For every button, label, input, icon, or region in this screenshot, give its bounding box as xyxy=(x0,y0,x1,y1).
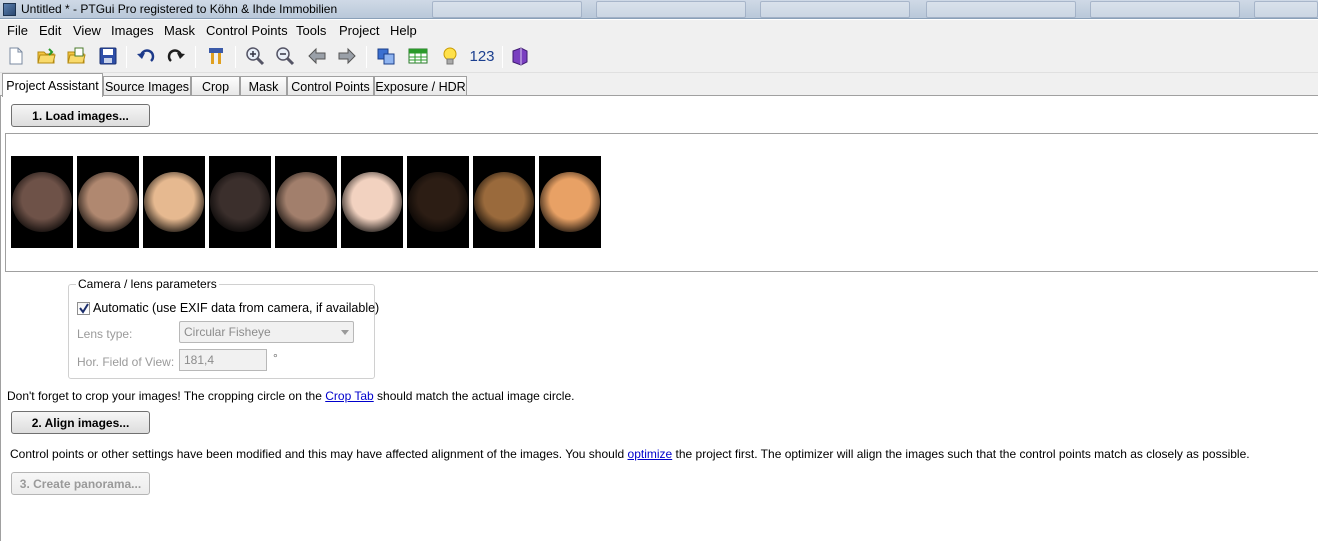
redo-icon[interactable] xyxy=(164,44,188,68)
lightbulb-icon[interactable] xyxy=(438,44,462,68)
camera-lens-groupbox: Camera / lens parameters Automatic (use … xyxy=(68,277,379,379)
menu-edit[interactable]: Edit xyxy=(39,23,61,38)
open-template-icon[interactable] xyxy=(64,44,88,68)
numbers-icon[interactable]: 123 xyxy=(466,44,498,68)
lens-type-select[interactable]: Circular Fisheye xyxy=(179,321,354,343)
image-thumbnail[interactable] xyxy=(77,156,139,248)
menu-file[interactable]: File xyxy=(7,23,28,38)
tab-control-points[interactable]: Control Points xyxy=(287,76,374,96)
groupbox-legend: Camera / lens parameters xyxy=(76,277,219,291)
toolbar: 123 xyxy=(0,40,1318,73)
hfov-field[interactable]: 181,4 xyxy=(179,349,267,371)
zoom-in-icon[interactable] xyxy=(243,44,267,68)
background-window-tab xyxy=(432,1,582,18)
crop-reminder-message: Don't forget to crop your images! The cr… xyxy=(7,389,575,403)
image-thumbnail[interactable] xyxy=(11,156,73,248)
image-thumbnail[interactable] xyxy=(143,156,205,248)
create-panorama-button[interactable]: 3. Create panorama... xyxy=(11,472,150,495)
open-icon[interactable] xyxy=(34,44,58,68)
control-point-table-icon[interactable] xyxy=(406,44,430,68)
image-thumbnail[interactable] xyxy=(539,156,601,248)
tab-crop[interactable]: Crop xyxy=(191,76,240,96)
tab-source-images[interactable]: Source Images xyxy=(103,76,191,96)
menu-images[interactable]: Images xyxy=(111,23,154,38)
menu-mask[interactable]: Mask xyxy=(164,23,195,38)
book-icon[interactable] xyxy=(508,44,532,68)
lens-type-label: Lens type: xyxy=(77,327,133,341)
menu-view[interactable]: View xyxy=(73,23,101,38)
menu-tools[interactable]: Tools xyxy=(296,23,326,38)
menu-project[interactable]: Project xyxy=(339,23,379,38)
crop-tab-link[interactable]: Crop Tab xyxy=(325,389,373,403)
checkmark-icon xyxy=(79,303,89,314)
image-thumbnail[interactable] xyxy=(473,156,535,248)
align-images-button[interactable]: 2. Align images... xyxy=(11,411,150,434)
background-window-tab xyxy=(1090,1,1240,18)
ptgui-app-icon xyxy=(3,3,16,16)
image-thumbnail[interactable] xyxy=(341,156,403,248)
zoom-out-icon[interactable] xyxy=(273,44,297,68)
background-window-tab xyxy=(596,1,746,18)
menu-help[interactable]: Help xyxy=(390,23,417,38)
title-bar: Untitled * - PTGui Pro registered to Köh… xyxy=(0,0,1318,19)
tab-project-assistant[interactable]: Project Assistant xyxy=(2,73,103,97)
image-thumbnail[interactable] xyxy=(209,156,271,248)
load-images-button[interactable]: 1. Load images... xyxy=(11,104,150,127)
menu-control-points[interactable]: Control Points xyxy=(206,23,288,38)
menu-bar: File Edit View Images Mask Control Point… xyxy=(0,20,1318,40)
window-title: Untitled * - PTGui Pro registered to Köh… xyxy=(21,2,338,16)
tab-exposure-hdr[interactable]: Exposure / HDR xyxy=(374,76,467,96)
project-assistant-panel: 1. Load images... Camera / lens paramete… xyxy=(0,96,1318,541)
panorama-editor-icon[interactable] xyxy=(374,44,398,68)
background-window-tab xyxy=(760,1,910,18)
automatic-exif-checkbox[interactable] xyxy=(77,302,90,315)
image-thumbnail[interactable] xyxy=(407,156,469,248)
tab-mask[interactable]: Mask xyxy=(240,76,287,96)
back-arrow-icon[interactable] xyxy=(305,44,329,68)
new-icon[interactable] xyxy=(4,44,28,68)
undo-icon[interactable] xyxy=(134,44,158,68)
optimize-message: Control points or other settings have be… xyxy=(10,447,1250,461)
hfov-label: Hor. Field of View: xyxy=(77,355,175,369)
automatic-exif-label[interactable]: Automatic (use EXIF data from camera, if… xyxy=(93,301,379,315)
save-icon[interactable] xyxy=(96,44,120,68)
background-window-tab xyxy=(1254,1,1318,18)
image-thumbnail-strip xyxy=(5,133,1318,272)
optimize-link[interactable]: optimize xyxy=(628,447,673,461)
background-window-tab xyxy=(926,1,1076,18)
forward-arrow-icon[interactable] xyxy=(335,44,359,68)
tab-strip: Project Assistant Source Images Crop Mas… xyxy=(0,73,1318,97)
chevron-down-icon xyxy=(341,330,349,335)
hfov-unit: ° xyxy=(273,351,278,365)
image-thumbnail[interactable] xyxy=(275,156,337,248)
align-tools-icon[interactable] xyxy=(204,44,228,68)
